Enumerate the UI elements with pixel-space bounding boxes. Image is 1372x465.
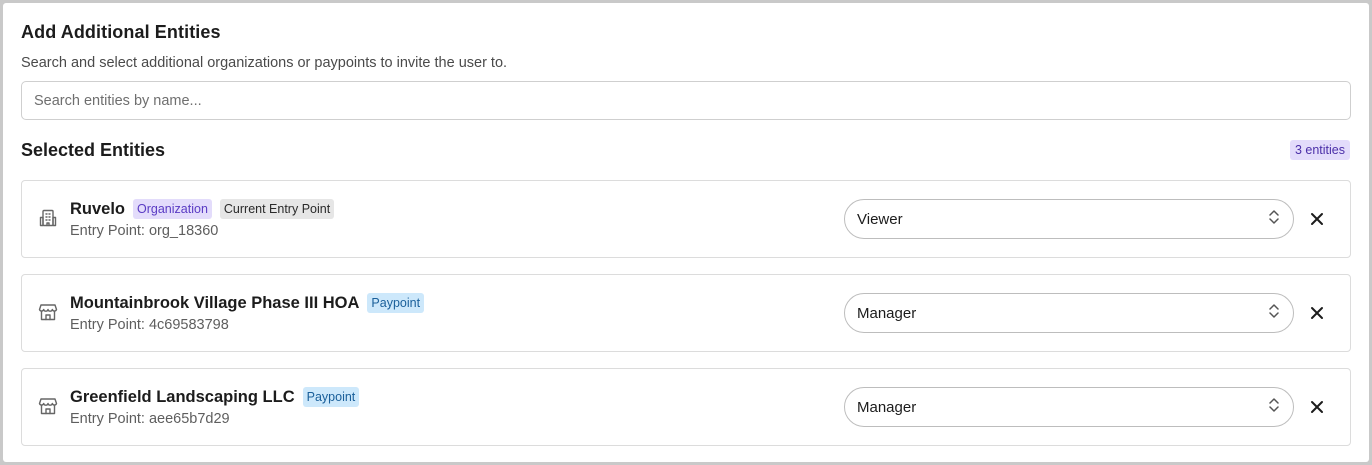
entity-search-input[interactable] xyxy=(21,81,1351,120)
entity-name-row: Ruvelo Organization Current Entry Point xyxy=(70,199,335,219)
role-select-value: Viewer xyxy=(857,210,903,228)
add-entities-panel: Add Additional Entities Search and selec… xyxy=(3,3,1369,462)
entity-name: Greenfield Landscaping LLC xyxy=(70,387,295,406)
selected-entities-title: Selected Entities xyxy=(21,140,166,160)
role-select-value: Manager xyxy=(857,304,917,322)
panel-title: Add Additional Entities xyxy=(21,22,221,42)
current-entry-point-tag: Current Entry Point xyxy=(219,199,335,219)
entity-card-mountainbrook: Mountainbrook Village Phase III HOA Payp… xyxy=(21,274,1351,352)
chevron-up-down-icon xyxy=(1267,302,1281,325)
entity-card-ruvelo: Ruvelo Organization Current Entry Point … xyxy=(21,180,1351,258)
entity-entry-point: Entry Point: 4c69583798 xyxy=(70,317,229,333)
entity-entry-point: Entry Point: aee65b7d29 xyxy=(70,411,230,427)
chevron-up-down-icon xyxy=(1267,396,1281,419)
close-icon xyxy=(1311,401,1323,413)
entity-card-greenfield: Greenfield Landscaping LLC Paypoint Entr… xyxy=(21,368,1351,446)
entity-name: Mountainbrook Village Phase III HOA xyxy=(70,293,360,312)
paypoint-tag: Paypoint xyxy=(367,293,425,313)
entity-entry-point: Entry Point: org_18360 xyxy=(70,223,219,239)
close-icon xyxy=(1311,213,1323,225)
panel-subtitle: Search and select additional organizatio… xyxy=(21,55,508,71)
entity-name-row: Greenfield Landscaping LLC Paypoint xyxy=(70,387,360,407)
role-select[interactable]: Viewer xyxy=(844,199,1294,239)
paypoint-tag: Paypoint xyxy=(302,387,360,407)
organization-tag: Organization xyxy=(133,199,212,219)
entity-name-row: Mountainbrook Village Phase III HOA Payp… xyxy=(70,293,425,313)
role-select-value: Manager xyxy=(857,398,917,416)
role-select[interactable]: Manager xyxy=(844,387,1294,427)
store-icon xyxy=(38,302,58,322)
remove-entity-button[interactable] xyxy=(1308,304,1326,322)
store-icon xyxy=(38,396,58,416)
entity-name: Ruvelo xyxy=(70,199,126,218)
remove-entity-button[interactable] xyxy=(1308,398,1326,416)
building-icon xyxy=(38,208,58,228)
remove-entity-button[interactable] xyxy=(1308,210,1326,228)
close-icon xyxy=(1311,307,1323,319)
chevron-up-down-icon xyxy=(1267,208,1281,231)
role-select[interactable]: Manager xyxy=(844,293,1294,333)
entities-count-badge: 3 entities xyxy=(1289,140,1350,160)
